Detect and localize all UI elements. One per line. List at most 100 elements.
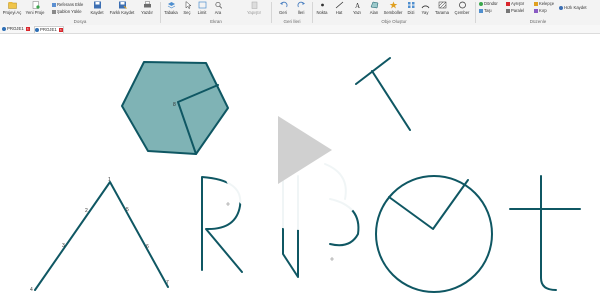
array-tool-label: Dizi bbox=[407, 10, 415, 15]
new-file-icon bbox=[31, 1, 40, 9]
text-tool-button[interactable]: A Yazı bbox=[351, 1, 363, 15]
project-icon bbox=[35, 27, 39, 32]
area-tool-button[interactable]: Alan bbox=[367, 1, 381, 15]
layer-button[interactable]: Tabaka bbox=[162, 1, 180, 15]
save-button[interactable]: Kaydet bbox=[88, 1, 106, 15]
limit-label: Limit bbox=[197, 10, 207, 15]
clamp-icon bbox=[534, 1, 538, 6]
save-as-button[interactable]: Farklı Kaydet bbox=[108, 1, 136, 15]
vertex-label: 1 bbox=[108, 177, 111, 183]
save-label: Kaydet bbox=[90, 10, 104, 15]
search-icon bbox=[214, 1, 223, 9]
print-label: Yazdır bbox=[141, 10, 153, 15]
circle-tool-button[interactable]: Çember bbox=[453, 1, 471, 15]
explode-icon bbox=[506, 1, 510, 6]
edit-group: Döndür Taşı Ayrıştır Paralel Kelepçe Kır… bbox=[476, 0, 600, 25]
arc-tool-label: Yay bbox=[421, 10, 429, 15]
area-tool-label: Alan bbox=[369, 10, 379, 15]
search-label: Ara bbox=[214, 10, 222, 15]
reference-icon bbox=[52, 2, 56, 7]
explode-label: Ayrıştır bbox=[511, 1, 525, 6]
redo-label: İleri bbox=[297, 10, 305, 15]
vertex-label: 5 bbox=[126, 207, 129, 213]
clamp-button[interactable]: Kelepçe bbox=[534, 1, 554, 6]
vertex-label: 7 bbox=[166, 280, 169, 286]
new-project-button[interactable]: Yeni Proje bbox=[24, 1, 46, 15]
document-tab[interactable]: PROJE1 × bbox=[2, 26, 30, 32]
hatch-icon bbox=[438, 1, 447, 9]
rotate-button[interactable]: Döndür bbox=[479, 1, 498, 6]
crosshair-marker bbox=[226, 202, 230, 206]
arc-tool-button[interactable]: Yay bbox=[419, 1, 431, 15]
symbols-button[interactable]: Semboller bbox=[383, 1, 403, 15]
search-button[interactable]: Ara bbox=[211, 1, 225, 15]
edit-group-label: Düzenle bbox=[529, 19, 547, 24]
add-reference-button[interactable]: Referans Ekle bbox=[52, 2, 83, 7]
symbol-icon bbox=[389, 1, 398, 9]
play-button[interactable] bbox=[220, 70, 380, 230]
point-icon bbox=[318, 1, 327, 9]
create-group-label: Obje Oluştur bbox=[381, 19, 407, 24]
load-template-button[interactable]: Şablon Yükle bbox=[52, 9, 82, 14]
zoom-extents-icon bbox=[198, 1, 207, 9]
document-tab-label: PROJE1 bbox=[7, 26, 24, 31]
hatch-tool-button[interactable]: Tarama bbox=[433, 1, 451, 15]
quick-save-button[interactable]: Hızlı Kaydet bbox=[559, 5, 587, 10]
hexagon-shape[interactable] bbox=[121, 61, 229, 155]
line-tool-button[interactable]: Hat bbox=[333, 1, 345, 15]
select-button[interactable]: Seç bbox=[181, 0, 193, 15]
select-label: Seç bbox=[183, 10, 191, 15]
load-template-label: Şablon Yükle bbox=[57, 9, 82, 14]
symbols-label: Semboller bbox=[383, 10, 403, 15]
array-icon bbox=[407, 1, 416, 9]
save-icon bbox=[93, 1, 102, 9]
print-icon bbox=[143, 1, 152, 9]
save-as-icon bbox=[118, 1, 127, 9]
open-project-button[interactable]: Projeyi Aç bbox=[2, 1, 22, 15]
redo-button[interactable]: İleri bbox=[294, 1, 308, 15]
file-group-label: Dosya bbox=[73, 19, 87, 24]
limit-button[interactable]: Limit bbox=[195, 1, 209, 15]
file-group: Projeyi Aç Yeni Proje Referans Ekle Şabl… bbox=[0, 0, 160, 25]
cursor-icon bbox=[183, 0, 192, 9]
quick-save-label: Hızlı Kaydet bbox=[564, 5, 587, 10]
save-as-label: Farklı Kaydet bbox=[109, 10, 135, 15]
move-button[interactable]: Taşı bbox=[479, 8, 492, 13]
arc-icon bbox=[421, 1, 430, 9]
move-label: Taşı bbox=[484, 8, 492, 13]
folder-icon bbox=[7, 1, 17, 9]
parallel-button[interactable]: Paralel bbox=[506, 8, 524, 13]
document-tab-active[interactable]: PROJE1 × bbox=[34, 26, 64, 33]
crosshair-marker bbox=[330, 257, 334, 261]
quick-save-icon bbox=[559, 5, 563, 10]
print-button[interactable]: Yazdır bbox=[138, 1, 156, 15]
point-tool-button[interactable]: Nokta bbox=[315, 1, 329, 15]
hatch-tool-label: Tarama bbox=[435, 10, 449, 15]
vertex-label: 8 bbox=[173, 102, 176, 108]
paste-label: Yapıştır bbox=[246, 10, 262, 15]
letter-lowercase-t[interactable] bbox=[509, 175, 581, 291]
open-project-label: Projeyi Aç bbox=[2, 10, 22, 15]
trim-label: Kırp bbox=[539, 8, 547, 13]
layer-label: Tabaka bbox=[164, 10, 178, 15]
text-tool-label: Yazı bbox=[352, 10, 362, 15]
layer-icon bbox=[167, 1, 176, 9]
undo-redo-group: Geri İleri Geri İleri bbox=[272, 0, 312, 25]
document-tab-label: PROJE1 bbox=[40, 27, 57, 32]
trim-icon bbox=[534, 8, 538, 13]
rotate-icon bbox=[479, 1, 483, 6]
close-icon[interactable]: × bbox=[58, 27, 63, 32]
clamp-label: Kelepçe bbox=[539, 1, 555, 6]
trim-button[interactable]: Kırp bbox=[534, 8, 547, 13]
drawing-canvas[interactable]: 1 2 3 4 5 6 7 8 bbox=[0, 34, 600, 300]
letter-o-circle[interactable] bbox=[375, 175, 493, 293]
close-icon[interactable]: × bbox=[25, 26, 30, 31]
letter-a-shape[interactable] bbox=[34, 181, 169, 291]
array-tool-button[interactable]: Dizi bbox=[405, 1, 417, 15]
paste-button[interactable]: Yapıştır bbox=[243, 1, 265, 15]
parallel-icon bbox=[506, 8, 510, 13]
undo-button[interactable]: Geri bbox=[276, 1, 290, 15]
vertex-label: 3 bbox=[62, 243, 65, 249]
explode-button[interactable]: Ayrıştır bbox=[506, 1, 524, 6]
template-icon bbox=[52, 9, 56, 14]
